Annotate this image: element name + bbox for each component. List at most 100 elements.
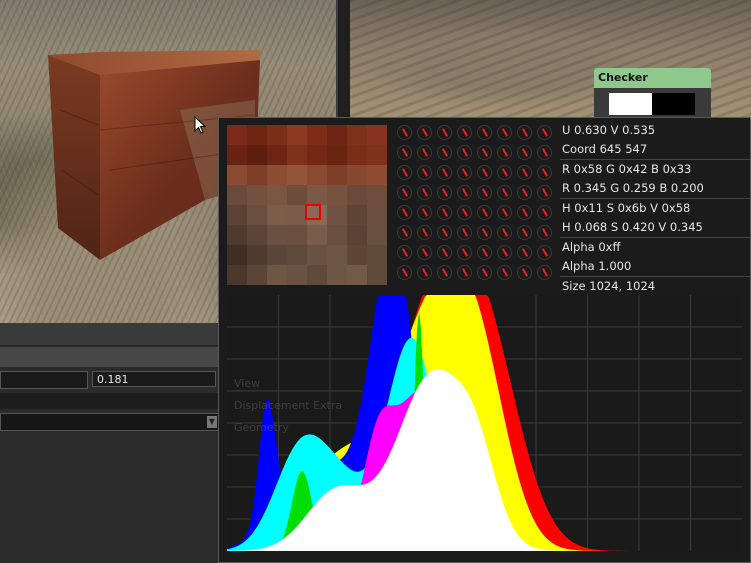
vector-indicator-icon	[457, 225, 472, 240]
vector-indicator-icon	[417, 205, 432, 220]
vector-indicator-icon	[477, 125, 492, 140]
rgb-hex-readout: R 0x58 G 0x42 B 0x33	[560, 159, 750, 179]
pixel-readout: U 0.630 V 0.535 Coord 645 547 R 0x58 G 0…	[560, 121, 750, 296]
vector-indicator-icon	[417, 245, 432, 260]
zoom-pixel	[367, 205, 387, 225]
value-field-right[interactable]: 0.181	[92, 371, 216, 387]
dropdown-select[interactable]: ▼	[0, 413, 220, 431]
vector-indicator-icon	[497, 145, 512, 160]
zoom-pixel	[227, 145, 247, 165]
zoom-pixel	[287, 185, 307, 205]
vector-indicator-icon	[437, 245, 452, 260]
panel-section-bar	[0, 347, 220, 367]
zoom-pixel	[347, 185, 367, 205]
vector-indicator-icon	[497, 265, 512, 280]
vector-indicator-icon	[417, 225, 432, 240]
ghost-label-geometry: Geometry	[234, 421, 289, 434]
vector-indicator-icon	[457, 265, 472, 280]
vector-indicator-icon	[397, 205, 412, 220]
zoom-pixel	[347, 205, 367, 225]
zoom-pixel	[267, 185, 287, 205]
zoom-pixel	[267, 125, 287, 145]
zoom-pixel	[307, 145, 327, 165]
vector-indicator-icon	[437, 165, 452, 180]
zoom-pixel	[267, 265, 287, 285]
hsv-float-readout: H 0.068 S 0.420 V 0.345	[562, 220, 703, 234]
vector-indicator-icon	[397, 185, 412, 200]
vector-indicator-icon	[397, 225, 412, 240]
checker-preview	[609, 93, 695, 115]
vector-indicator-icon	[417, 265, 432, 280]
zoom-pixel	[327, 265, 347, 285]
vector-indicator-icon	[457, 205, 472, 220]
zoom-pixel	[327, 165, 347, 185]
zoom-pixel	[227, 165, 247, 185]
vector-indicator-icon	[517, 125, 532, 140]
zoom-pixel	[287, 145, 307, 165]
alpha-float-readout: Alpha 1.000	[562, 259, 632, 273]
zoom-pixel	[367, 245, 387, 265]
mouse-pointer-icon	[194, 116, 206, 134]
vector-indicator-icon	[537, 225, 552, 240]
zoom-pixel	[227, 125, 247, 145]
normal-vector-grid	[395, 123, 560, 288]
zoom-cursor-box	[305, 204, 321, 220]
zoom-pixel	[327, 125, 347, 145]
uv-readout: U 0.630 V 0.535	[562, 123, 656, 137]
vector-indicator-icon	[497, 185, 512, 200]
zoom-pixel	[307, 265, 327, 285]
zoom-pixel	[287, 265, 307, 285]
vector-indicator-icon	[517, 145, 532, 160]
zoom-pixel	[287, 205, 307, 225]
ghost-labels: View Displacement Extra Geometry	[234, 373, 342, 439]
zoom-pixel	[327, 205, 347, 225]
vector-indicator-icon	[397, 165, 412, 180]
vector-indicator-icon	[397, 125, 412, 140]
vector-indicator-icon	[457, 125, 472, 140]
vector-indicator-icon	[477, 145, 492, 160]
vector-indicator-icon	[417, 185, 432, 200]
vector-indicator-icon	[497, 225, 512, 240]
zoom-pixel	[327, 145, 347, 165]
size-readout: Size 1024, 1024	[560, 276, 750, 296]
vector-indicator-icon	[437, 225, 452, 240]
vector-indicator-icon	[457, 185, 472, 200]
zoom-pixel	[367, 225, 387, 245]
zoom-pixel	[247, 125, 267, 145]
vector-indicator-icon	[397, 145, 412, 160]
zoom-pixel	[367, 125, 387, 145]
zoom-pixel	[347, 245, 367, 265]
vector-indicator-icon	[477, 185, 492, 200]
vector-indicator-icon	[517, 165, 532, 180]
vector-indicator-icon	[477, 265, 492, 280]
zoom-pixel	[307, 165, 327, 185]
zoom-pixel	[227, 225, 247, 245]
zoom-pixel	[247, 225, 267, 245]
vector-indicator-icon	[517, 205, 532, 220]
vector-indicator-icon	[497, 205, 512, 220]
zoom-pixel	[307, 125, 327, 145]
vector-indicator-icon	[437, 145, 452, 160]
ghost-label-displacement: Displacement Extra	[234, 399, 343, 412]
vector-indicator-icon	[497, 165, 512, 180]
chevron-down-icon[interactable]: ▼	[207, 416, 217, 428]
vector-indicator-icon	[497, 245, 512, 260]
zoom-pixel	[247, 145, 267, 165]
zoom-pixel	[267, 145, 287, 165]
vector-indicator-icon	[477, 205, 492, 220]
zoom-pixel	[347, 125, 367, 145]
zoom-pixel	[307, 225, 327, 245]
vector-indicator-icon	[437, 265, 452, 280]
vector-indicator-icon	[517, 265, 532, 280]
zoom-pixel	[227, 205, 247, 225]
value-field-left[interactable]	[0, 371, 88, 389]
zoom-pixel	[347, 165, 367, 185]
rgb-float-readout: R 0.345 G 0.259 B 0.200	[562, 181, 704, 195]
vector-indicator-icon	[477, 245, 492, 260]
zoom-pixel	[347, 145, 367, 165]
zoom-pixel	[367, 185, 387, 205]
property-panel: 0.181 ▼	[0, 323, 220, 563]
pixel-inspector-popup: U 0.630 V 0.535 Coord 645 547 R 0x58 G 0…	[218, 117, 751, 563]
vector-indicator-icon	[457, 245, 472, 260]
checker-node-title: Checker	[594, 68, 711, 88]
